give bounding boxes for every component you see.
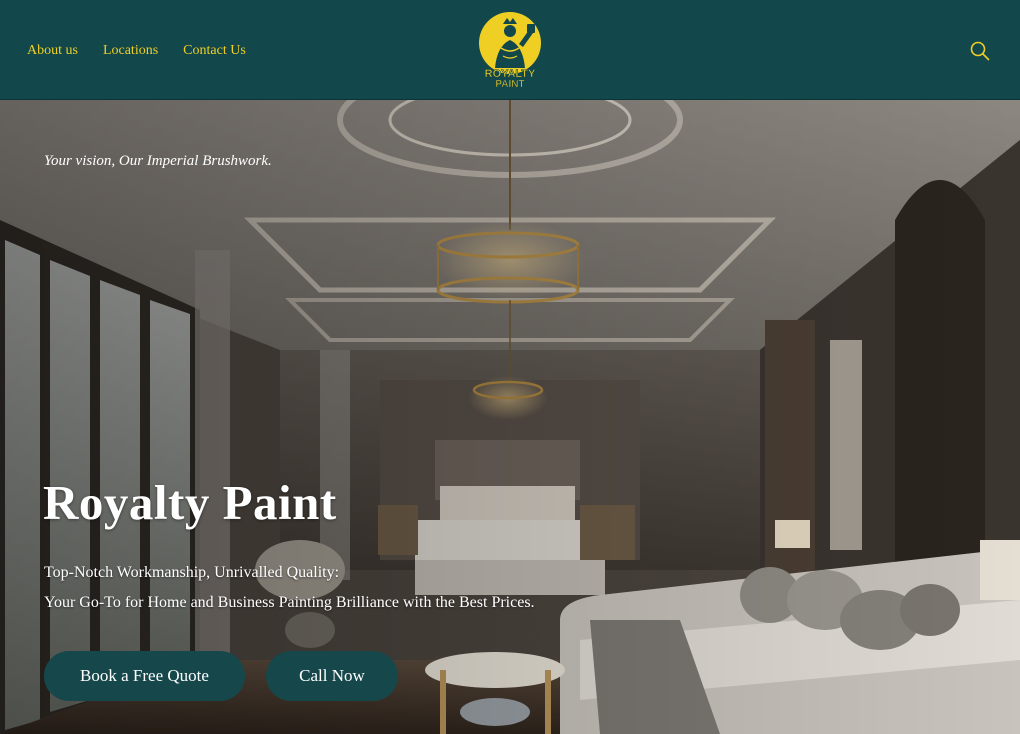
hero-subtitle-line2: Your Go-To for Home and Business Paintin… xyxy=(44,594,535,611)
nav-about-us[interactable]: About us xyxy=(27,42,78,60)
royalty-paint-logo[interactable]: ROYALTY PAINT xyxy=(473,10,547,90)
nav-contact-us[interactable]: Contact Us xyxy=(183,42,246,60)
book-free-quote-button[interactable]: Book a Free Quote xyxy=(44,651,245,701)
main-nav: About us Locations Contact Us xyxy=(27,42,246,60)
hero-subtitle-line1: Top-Notch Workmanship, Unrivalled Qualit… xyxy=(44,564,340,581)
hero-title: Royalty Paint xyxy=(43,475,337,530)
nav-locations[interactable]: Locations xyxy=(103,42,158,60)
hero-overlay xyxy=(0,100,1020,734)
site-header: About us Locations Contact Us ROYALTY PA… xyxy=(0,0,1020,100)
hero-section: Your vision, Our Imperial Brushwork. Roy… xyxy=(0,100,1020,734)
logo-emblem: ROYALTY PAINT xyxy=(479,12,541,90)
hero-tagline: Your vision, Our Imperial Brushwork. xyxy=(44,153,272,169)
logo-text-line2: PAINT xyxy=(495,79,524,90)
call-now-button[interactable]: Call Now xyxy=(266,651,398,701)
search-icon[interactable] xyxy=(969,40,991,62)
